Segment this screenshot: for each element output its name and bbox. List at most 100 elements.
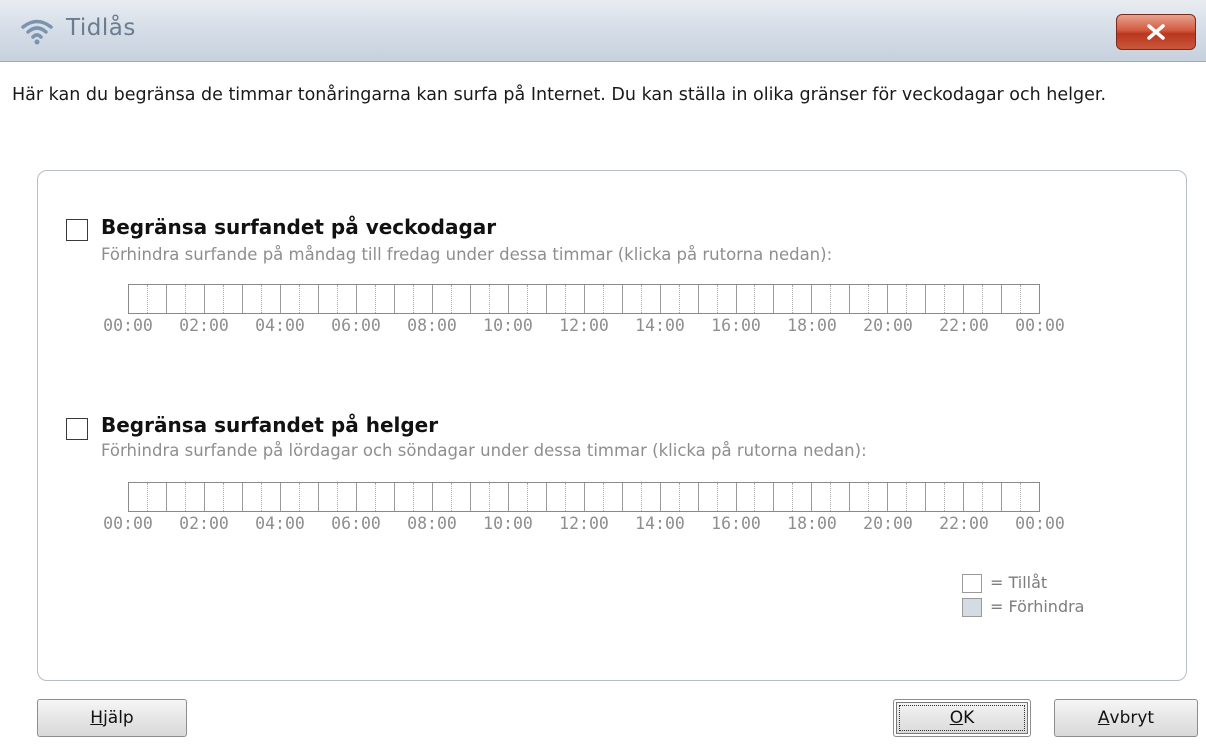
half-hour-cell[interactable] <box>792 285 811 313</box>
half-hour-cell[interactable] <box>944 483 963 511</box>
half-hour-cell[interactable] <box>507 285 527 313</box>
half-hour-cell[interactable] <box>925 483 944 511</box>
half-hour-cell[interactable] <box>317 483 337 511</box>
half-hour-cell[interactable] <box>412 483 432 511</box>
half-hour-cell[interactable] <box>583 483 603 511</box>
ok-button[interactable]: OK <box>893 699 1031 737</box>
half-hour-cell[interactable] <box>374 285 394 313</box>
half-hour-cell[interactable] <box>906 483 925 511</box>
half-hour-cell[interactable] <box>450 483 470 511</box>
half-hour-cell[interactable] <box>583 285 603 313</box>
weekends-checkbox[interactable] <box>66 418 88 440</box>
half-hour-cell[interactable] <box>298 483 318 511</box>
half-hour-cell[interactable] <box>659 483 679 511</box>
half-hour-cell[interactable] <box>317 285 337 313</box>
half-hour-cell[interactable] <box>545 285 565 313</box>
half-hour-cell[interactable] <box>355 483 375 511</box>
half-hour-cell[interactable] <box>621 285 641 313</box>
half-hour-cell[interactable] <box>279 483 299 511</box>
half-hour-cell[interactable] <box>602 483 622 511</box>
half-hour-cell[interactable] <box>640 285 660 313</box>
half-hour-cell[interactable] <box>431 483 451 511</box>
half-hour-cell[interactable] <box>678 285 698 313</box>
half-hour-cell[interactable] <box>1001 483 1020 511</box>
half-hour-cell[interactable] <box>222 285 242 313</box>
half-hour-cell[interactable] <box>129 483 147 511</box>
half-hour-cell[interactable] <box>165 483 185 511</box>
half-hour-cell[interactable] <box>412 285 432 313</box>
half-hour-cell[interactable] <box>963 285 982 313</box>
half-hour-cell[interactable] <box>146 285 166 313</box>
half-hour-cell[interactable] <box>773 483 792 511</box>
half-hour-cell[interactable] <box>640 483 660 511</box>
close-button[interactable] <box>1116 14 1196 50</box>
half-hour-cell[interactable] <box>374 483 394 511</box>
half-hour-cell[interactable] <box>431 285 451 313</box>
half-hour-cell[interactable] <box>146 483 166 511</box>
half-hour-cell[interactable] <box>469 285 489 313</box>
half-hour-cell[interactable] <box>336 483 356 511</box>
half-hour-cell[interactable] <box>982 285 1001 313</box>
half-hour-cell[interactable] <box>735 285 755 313</box>
half-hour-cell[interactable] <box>1020 483 1039 511</box>
half-hour-cell[interactable] <box>393 285 413 313</box>
half-hour-cell[interactable] <box>621 483 641 511</box>
half-hour-cell[interactable] <box>697 285 717 313</box>
half-hour-cell[interactable] <box>488 483 508 511</box>
half-hour-cell[interactable] <box>925 285 944 313</box>
half-hour-cell[interactable] <box>260 483 280 511</box>
half-hour-cell[interactable] <box>355 285 375 313</box>
half-hour-cell[interactable] <box>887 285 906 313</box>
half-hour-cell[interactable] <box>165 285 185 313</box>
half-hour-cell[interactable] <box>241 285 261 313</box>
half-hour-cell[interactable] <box>129 285 147 313</box>
half-hour-cell[interactable] <box>203 285 223 313</box>
half-hour-cell[interactable] <box>659 285 679 313</box>
half-hour-cell[interactable] <box>849 285 868 313</box>
weekdays-checkbox[interactable] <box>66 219 88 241</box>
half-hour-cell[interactable] <box>203 483 223 511</box>
half-hour-cell[interactable] <box>393 483 413 511</box>
half-hour-cell[interactable] <box>1001 285 1020 313</box>
half-hour-cell[interactable] <box>830 285 849 313</box>
half-hour-cell[interactable] <box>564 483 584 511</box>
half-hour-cell[interactable] <box>279 285 299 313</box>
half-hour-cell[interactable] <box>450 285 470 313</box>
half-hour-cell[interactable] <box>545 483 565 511</box>
half-hour-cell[interactable] <box>1020 285 1039 313</box>
half-hour-cell[interactable] <box>849 483 868 511</box>
half-hour-cell[interactable] <box>507 483 527 511</box>
half-hour-cell[interactable] <box>526 285 546 313</box>
half-hour-cell[interactable] <box>298 285 318 313</box>
half-hour-cell[interactable] <box>716 285 736 313</box>
half-hour-cell[interactable] <box>526 483 546 511</box>
half-hour-cell[interactable] <box>754 483 773 511</box>
half-hour-cell[interactable] <box>982 483 1001 511</box>
half-hour-cell[interactable] <box>184 285 204 313</box>
half-hour-cell[interactable] <box>906 285 925 313</box>
half-hour-cell[interactable] <box>222 483 242 511</box>
half-hour-cell[interactable] <box>260 285 280 313</box>
half-hour-cell[interactable] <box>887 483 906 511</box>
half-hour-cell[interactable] <box>811 285 830 313</box>
half-hour-cell[interactable] <box>336 285 356 313</box>
half-hour-cell[interactable] <box>678 483 698 511</box>
half-hour-cell[interactable] <box>469 483 489 511</box>
half-hour-cell[interactable] <box>735 483 755 511</box>
half-hour-cell[interactable] <box>697 483 717 511</box>
half-hour-cell[interactable] <box>811 483 830 511</box>
half-hour-cell[interactable] <box>963 483 982 511</box>
half-hour-cell[interactable] <box>602 285 622 313</box>
half-hour-cell[interactable] <box>944 285 963 313</box>
half-hour-cell[interactable] <box>184 483 204 511</box>
half-hour-cell[interactable] <box>488 285 508 313</box>
half-hour-cell[interactable] <box>754 285 773 313</box>
half-hour-cell[interactable] <box>716 483 736 511</box>
cancel-button[interactable]: Avbryt <box>1054 699 1198 737</box>
half-hour-cell[interactable] <box>830 483 849 511</box>
half-hour-cell[interactable] <box>868 483 887 511</box>
half-hour-cell[interactable] <box>773 285 792 313</box>
help-button[interactable]: Hjälp <box>37 699 187 737</box>
half-hour-cell[interactable] <box>792 483 811 511</box>
half-hour-cell[interactable] <box>564 285 584 313</box>
